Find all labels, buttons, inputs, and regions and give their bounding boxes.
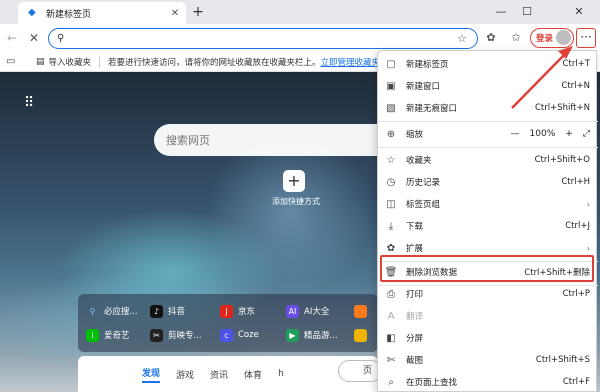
favorite-star-icon[interactable]: ☆ <box>457 32 471 45</box>
quick-link[interactable] <box>354 326 372 344</box>
add-shortcut-button[interactable]: + <box>283 170 305 192</box>
menu-tab-groups[interactable]: ◫ 标签页组 › <box>378 193 598 215</box>
menu-print[interactable]: ⎙ 打印 Ctrl+P <box>378 283 598 305</box>
menu-downloads[interactable]: ⤓ 下载 Ctrl+J <box>378 215 598 237</box>
login-button[interactable]: 登录 <box>530 28 574 48</box>
quick-link[interactable] <box>354 302 372 320</box>
tab-more[interactable]: h <box>278 369 284 379</box>
quick-link[interactable]: ✂ 剪映专... <box>150 326 202 344</box>
find-icon: ⌕ <box>388 376 394 388</box>
partial-icon <box>354 328 367 342</box>
quick-link[interactable]: ♪ 抖音 <box>150 302 185 320</box>
game-icon: ▶ <box>286 328 299 342</box>
history-icon: ◷ <box>386 176 396 188</box>
jd-icon: J <box>220 304 233 318</box>
menu-translate: A 翻译 <box>378 305 598 327</box>
menu-find-on-page[interactable]: ⌕ 在页面上查找 Ctrl+F <box>378 371 598 392</box>
quick-link[interactable]: c Coze <box>220 326 259 344</box>
partial-icon <box>354 304 367 318</box>
zoom-in-button[interactable]: + <box>565 129 573 139</box>
folder-icon: ▤ <box>36 56 45 67</box>
zoom-level: 100% <box>529 129 556 139</box>
quick-link[interactable]: J 京东 <box>220 302 255 320</box>
new-tab-icon: ▢ <box>386 58 396 70</box>
tab-new-tab[interactable]: ◆ 新建标签页 ✕ <box>18 2 186 24</box>
iqiyi-icon: i <box>86 328 99 342</box>
screenshot-icon: ✄ <box>386 354 396 366</box>
address-bar[interactable]: ⚲ ☆ <box>48 28 478 49</box>
quick-link[interactable]: i 爱奇艺 <box>86 326 130 344</box>
bookmarks-hint: 若要进行快速访问，请将你的网址收藏放在收藏夹栏上。 <box>108 57 321 68</box>
apps-grid-icon[interactable]: ⠿ <box>24 96 38 110</box>
favorites-icon[interactable]: ✩ <box>508 30 524 46</box>
bookmark-toggle-icon[interactable]: ▭ <box>6 56 20 67</box>
feed-tabs: 发现 游戏 资讯 体育 h <box>78 356 378 392</box>
tab-close-icon[interactable]: ✕ <box>168 8 182 19</box>
minimize-button[interactable]: — <box>492 4 510 20</box>
maximize-button[interactable]: ☐ <box>518 4 536 20</box>
inprivate-icon: ▧ <box>386 102 396 114</box>
menu-inprivate-window[interactable]: ▧ 新建无痕窗口 Ctrl+Shift+N <box>378 97 598 119</box>
menu-new-window[interactable]: ▣ 新建窗口 Ctrl+N <box>378 75 598 97</box>
menu-screenshot[interactable]: ✄ 截图 Ctrl+Shift+S <box>378 349 598 371</box>
chevron-right-icon: › <box>586 243 590 253</box>
address-input[interactable] <box>69 33 457 44</box>
stop-button[interactable]: ✕ <box>26 30 42 46</box>
tab-title: 新建标签页 <box>46 9 92 20</box>
ai-icon: AI <box>286 304 299 318</box>
new-window-icon: ▣ <box>386 80 396 92</box>
back-button[interactable]: ← <box>4 30 20 46</box>
fullscreen-icon[interactable]: ⤢ <box>583 129 590 139</box>
window-close-button[interactable]: ✕ <box>570 4 588 20</box>
douyin-icon: ♪ <box>150 304 163 318</box>
new-tab-button[interactable]: + <box>190 4 206 20</box>
edge-icon: ◆ <box>28 7 36 18</box>
tab-sports[interactable]: 体育 <box>244 368 262 381</box>
tab-discover[interactable]: 发现 <box>142 366 161 383</box>
menu-split-screen[interactable]: ◧ 分屏 <box>378 327 598 349</box>
menu-history[interactable]: ◷ 历史记录 Ctrl+H <box>378 171 598 193</box>
import-favorites-label: 导入收藏夹 <box>48 57 92 68</box>
downloads-icon: ⤓ <box>388 220 394 232</box>
favorites-icon: ☆ <box>386 154 396 166</box>
navigation-bar: ← ✕ ⚲ ☆ ✿ ✩ <box>0 24 600 52</box>
coze-icon: c <box>220 328 233 342</box>
tab-news[interactable]: 资讯 <box>210 368 228 381</box>
capcut-icon: ✂ <box>150 328 163 342</box>
settings-menu: ▢ 新建标签页 Ctrl+T ▣ 新建窗口 Ctrl+N ▧ 新建无痕窗口 Ct… <box>377 50 598 392</box>
split-screen-icon: ◧ <box>386 332 396 344</box>
print-icon: ⎙ <box>387 288 395 300</box>
extensions-icon: ✿ <box>386 242 396 254</box>
menu-divider <box>378 121 598 122</box>
avatar <box>556 30 571 45</box>
title-bar: ◆ 新建标签页 ✕ + — ☐ ✕ <box>0 0 600 24</box>
highlight-box <box>380 255 594 282</box>
translate-icon: A <box>387 310 395 322</box>
settings-more-button[interactable]: ··· <box>576 28 596 48</box>
zoom-controls: — 100% + ⤢ <box>501 123 590 145</box>
menu-divider <box>378 147 598 148</box>
menu-favorites[interactable]: ☆ 收藏夹 Ctrl+Shift+O <box>378 149 598 171</box>
manage-favorites-link[interactable]: 立即管理收藏夹 <box>321 56 381 68</box>
tab-groups-icon: ◫ <box>386 198 396 210</box>
search-icon: ⚲ <box>57 33 65 44</box>
quick-links-panel: ⚲ 必应搜... ♪ 抖音 J 京东 AI AI大全 i 爱奇艺 ✂ 剪映专..… <box>78 294 378 352</box>
add-shortcut-label: 添加快捷方式 <box>272 197 320 206</box>
login-label: 登录 <box>536 34 554 44</box>
search-icon: ⚲ <box>89 306 96 316</box>
divider <box>99 55 101 68</box>
zoom-icon: ⊕ <box>386 128 396 140</box>
chevron-right-icon: › <box>586 199 590 209</box>
menu-new-tab[interactable]: ▢ 新建标签页 Ctrl+T <box>378 53 598 75</box>
tab-games[interactable]: 游戏 <box>176 368 194 381</box>
extensions-icon[interactable]: ✿ <box>483 30 499 46</box>
import-favorites-button[interactable]: ▤ 导入收藏夹 <box>36 56 91 68</box>
zoom-out-button[interactable]: — <box>511 129 520 139</box>
menu-zoom: ⊕ 缩放 — 100% + ⤢ <box>378 123 598 145</box>
quick-link[interactable]: ⚲ 必应搜... <box>86 302 138 320</box>
quick-link[interactable]: AI AI大全 <box>286 302 329 320</box>
page-settings-button[interactable]: 页 <box>338 360 382 382</box>
quick-link[interactable]: ▶ 精品游... <box>286 326 338 344</box>
